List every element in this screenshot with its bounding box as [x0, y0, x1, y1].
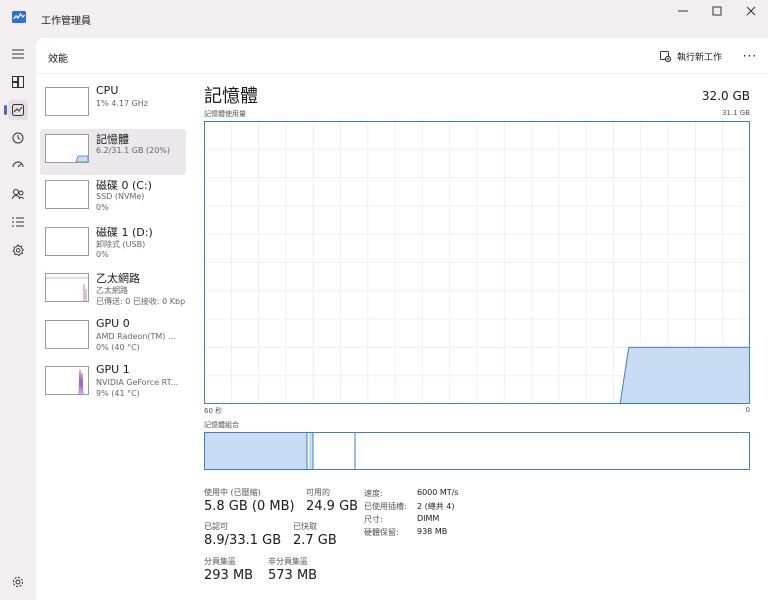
spec-key-speed: 速度: [364, 489, 383, 498]
stat-cached: 已快取 2.7 GB [293, 521, 337, 548]
memory-title: 記憶體 [204, 86, 258, 107]
memory-usage-graph [204, 121, 750, 404]
run-new-task-button[interactable]: 執行新工作 [660, 46, 722, 66]
device-name: GPU 1 [96, 363, 130, 376]
spec-key-form-factor: 尺寸: [364, 515, 383, 524]
device-name: 磁碟 1 (D:) [96, 225, 153, 239]
processes-icon[interactable] [8, 72, 28, 92]
memory-usage-area [620, 347, 750, 404]
device-thumbnail [45, 273, 89, 302]
stat-value: 2.7 GB [293, 533, 337, 548]
device-detail: NVIDIA GeForce RT... [96, 378, 179, 387]
memory-total: 32.0 GB [701, 89, 750, 103]
device-thumbnail [45, 180, 89, 209]
device-item-cpu[interactable]: CPU 1% 4.17 GHz [40, 82, 186, 128]
memory-composition-bar [204, 432, 750, 470]
memory-usage-graph-max: 31.1 GB [721, 109, 750, 117]
device-detail: 6.2/31.1 GB (20%) [96, 145, 171, 155]
navigation-rail [0, 36, 36, 600]
device-usage: 0% (40 °C) [96, 342, 140, 352]
stat-label: 分頁集區 [204, 557, 236, 566]
stat-value: 293 MB [204, 568, 254, 583]
details-icon[interactable] [8, 212, 28, 232]
stat-committed: 已認可 8.9/33.1 GB [204, 521, 281, 548]
minimize-button[interactable] [666, 0, 700, 22]
stat-label: 已認可 [204, 522, 228, 531]
stat-label: 使用中 (已壓縮) [204, 488, 261, 497]
spec-value-form-factor: DIMM [417, 514, 440, 523]
device-detail: SSD (NVMe) [96, 192, 145, 201]
device-detail: AMD Radeon(TM) ... [96, 331, 176, 341]
graph-axis-start-label: 60 秒 [204, 407, 223, 415]
stat-value: 8.9/33.1 GB [204, 533, 282, 548]
device-thumbnail [45, 226, 89, 256]
device-item-memory[interactable]: 記憶體 6.2/31.1 GB (20%) [40, 128, 186, 175]
more-options-button[interactable]: ··· [740, 46, 760, 66]
device-thumbnail [45, 87, 89, 116]
device-detail: 乙太網路 [96, 286, 128, 295]
stat-nonpaged-pool: 非分頁集區 573 MB [268, 556, 317, 583]
performance-icon[interactable] [4, 100, 28, 120]
settings-gear-icon[interactable] [8, 572, 28, 592]
stat-value: 5.8 GB (0 MB) [204, 499, 295, 514]
stat-available: 可用的 24.9 GB [306, 487, 358, 514]
device-item-disk-1[interactable]: 磁碟 1 (D:) 卸除式 (USB) 0% [40, 222, 186, 268]
maximize-button[interactable] [700, 0, 734, 22]
spec-value-speed: 6000 MT/s [417, 488, 459, 497]
stat-label: 可用的 [306, 488, 330, 497]
device-detail: 卸除式 (USB) [96, 239, 146, 249]
device-item-disk-0[interactable]: 磁碟 0 (C:) SSD (NVMe) 0% [40, 175, 186, 221]
stat-in-use: 使用中 (已壓縮) 5.8 GB (0 MB) [204, 487, 295, 514]
device-name: 磁碟 0 (C:) [96, 179, 152, 192]
device-thumbnail [45, 319, 89, 349]
device-name: 乙太網路 [96, 272, 140, 285]
spec-value-slots: 2 (總共 4) [417, 502, 455, 511]
title-bar: 工作管理員 [0, 0, 768, 36]
content-panel: 效能 執行新工作 ··· CPU 1% 4.17 GHz 記憶體 6.2/31.… [36, 38, 768, 600]
graph-axis-end-label: 0 [745, 406, 750, 414]
device-thumbnail [45, 133, 89, 163]
startup-apps-icon[interactable] [8, 156, 28, 176]
users-icon[interactable] [8, 184, 28, 204]
task-manager-app-icon [12, 11, 26, 23]
device-thumbnail [45, 366, 89, 395]
stat-label: 非分頁集區 [268, 557, 308, 566]
device-item-ethernet[interactable]: 乙太網路 乙太網路 已傳送: 0 已接收: 0 Kbp [40, 268, 186, 314]
spec-value-hardware-reserved: 938 MB [417, 527, 448, 536]
stat-value: 573 MB [268, 568, 318, 583]
memory-composition-label: 記憶體組合 [204, 421, 239, 429]
device-name: 記憶體 [96, 132, 129, 146]
device-list: CPU 1% 4.17 GHz 記憶體 6.2/31.1 GB (20%) 磁碟… [40, 82, 186, 408]
device-name: GPU 0 [96, 316, 130, 330]
window-title: 工作管理員 [41, 16, 91, 27]
device-usage: 已傳送: 0 已接收: 0 Kbp [96, 297, 186, 306]
hamburger-menu-icon[interactable] [8, 44, 28, 64]
memory-usage-graph-label: 記憶體使用量 [204, 110, 246, 118]
app-history-icon[interactable] [8, 128, 28, 148]
device-item-gpu-1[interactable]: GPU 1 NVIDIA GeForce RT... 9% (41 °C) [40, 361, 186, 407]
device-item-gpu-0[interactable]: GPU 0 AMD Radeon(TM) ... 0% (40 °C) [40, 315, 186, 361]
close-button[interactable] [734, 0, 768, 22]
services-icon[interactable] [8, 240, 28, 260]
device-usage: 0% [96, 249, 109, 259]
device-usage: 9% (41 °C) [96, 389, 140, 398]
stat-value: 24.9 GB [306, 499, 359, 514]
spec-key-hardware-reserved: 硬體保留: [364, 528, 399, 537]
device-name: CPU [96, 84, 119, 97]
stat-paged-pool: 分頁集區 293 MB [204, 556, 253, 583]
stat-label: 已快取 [293, 522, 317, 531]
device-usage: 0% [96, 203, 109, 212]
run-new-task-label: 執行新工作 [677, 52, 723, 63]
run-task-icon [660, 50, 671, 62]
header-divider [36, 73, 768, 74]
device-detail: 1% 4.17 GHz [96, 99, 149, 108]
page-title: 效能 [48, 54, 68, 65]
spec-key-slots: 已使用插槽: [364, 502, 407, 511]
